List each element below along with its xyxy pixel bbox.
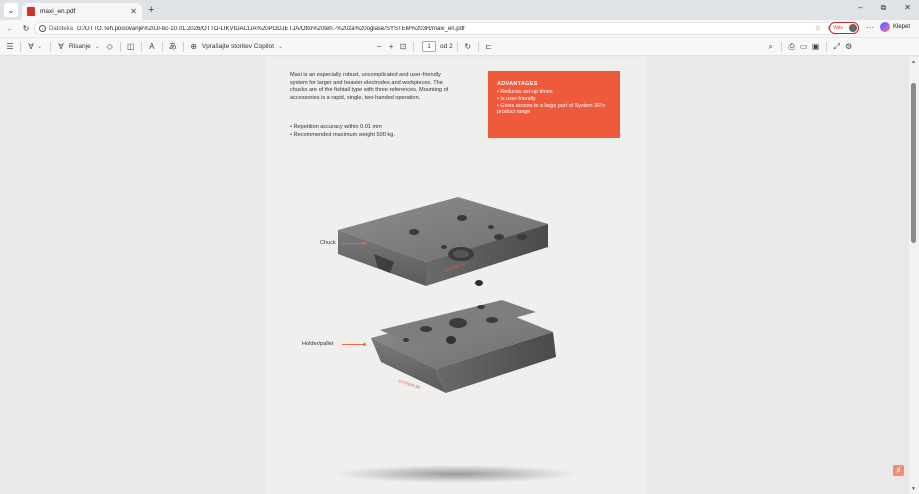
read-aloud-icon[interactable]: A bbox=[146, 42, 158, 51]
rotate-icon[interactable]: ↻ bbox=[462, 42, 474, 51]
chevron-down-icon[interactable]: ⌄ bbox=[95, 43, 100, 50]
url-text: G:/OTTO.Teh.poslovanje%20JI-bc-10.01.202… bbox=[77, 25, 465, 32]
zoom-out-button[interactable]: − bbox=[373, 42, 385, 51]
pdf-toolbar: ☰ ∀ ⌄ ∀ Risanje ⌄ ◇ ◫ A あ ⊕ Vprašajte st… bbox=[0, 38, 919, 56]
holder-part: SYSTEM 3R bbox=[371, 300, 556, 393]
copilot-chat-button[interactable]: Klepet bbox=[880, 22, 910, 32]
signin-button[interactable]: Vpis bbox=[829, 22, 859, 34]
product-illustration: SYSTEM 3R SYSTEM 3R bbox=[336, 197, 576, 483]
close-window-button[interactable]: ✕ bbox=[904, 3, 911, 13]
vertical-scrollbar[interactable]: ▲ ▼ bbox=[909, 57, 919, 494]
fit-page-icon[interactable]: ⊡ bbox=[397, 42, 409, 51]
tab-title: maxi_en.pdf bbox=[40, 8, 76, 15]
draw-icon[interactable]: ∀ bbox=[55, 42, 67, 51]
chuck-leader-line bbox=[342, 243, 364, 244]
divider bbox=[413, 41, 415, 52]
chuck-label: Chuck bbox=[320, 240, 336, 246]
tab-bar: ⌄ maxi_en.pdf ✕ + – ⧉ ✕ bbox=[0, 0, 919, 20]
copilot-chat-label: Klepet bbox=[893, 24, 911, 30]
chuck-leader-dot bbox=[363, 242, 366, 245]
holder-label: Holder/pallet bbox=[302, 341, 334, 347]
divider bbox=[140, 41, 142, 52]
new-tab-button[interactable]: + bbox=[148, 4, 154, 16]
save-icon[interactable]: ▭ bbox=[798, 42, 810, 51]
scroll-thumb[interactable] bbox=[911, 83, 916, 243]
holder-leader-line bbox=[342, 344, 364, 345]
highlight-icon[interactable]: ∀ bbox=[25, 42, 37, 51]
eraser-icon[interactable]: ◇ bbox=[104, 42, 116, 51]
page-number-input[interactable]: 1 bbox=[422, 41, 437, 52]
two-page-icon[interactable]: ⊏ bbox=[483, 42, 495, 51]
window-controls: – ⧉ ✕ bbox=[858, 3, 911, 13]
refresh-icon[interactable]: ↻ bbox=[20, 24, 32, 33]
more-menu-button[interactable]: ··· bbox=[866, 23, 874, 32]
fullscreen-icon[interactable]: ⤢ bbox=[831, 42, 843, 52]
list-icon[interactable]: ☰ bbox=[4, 42, 16, 51]
floor-shadow bbox=[336, 465, 576, 483]
avatar bbox=[849, 24, 857, 32]
translate-icon[interactable]: あ bbox=[167, 41, 179, 52]
copilot-ask-label[interactable]: Vprašajte storitev Copilot bbox=[202, 43, 274, 50]
divider bbox=[161, 41, 163, 52]
pdf-viewer[interactable]: Maxi is an especially robust, uncomplica… bbox=[0, 57, 919, 494]
pdf-page: Maxi is an especially robust, uncomplica… bbox=[266, 57, 646, 494]
save-as-icon[interactable]: ▣ bbox=[810, 42, 822, 51]
divider bbox=[477, 41, 479, 52]
tab-menu-icon[interactable]: ⌄ bbox=[4, 3, 18, 17]
divider bbox=[119, 41, 121, 52]
holder-leader-dot bbox=[363, 343, 366, 346]
url-prefix: Datoteka bbox=[49, 25, 74, 32]
divider bbox=[825, 41, 827, 52]
view-icon[interactable]: ◫ bbox=[125, 42, 137, 51]
zoom-in-button[interactable]: + bbox=[385, 42, 397, 51]
chevron-down-icon[interactable]: ⌄ bbox=[278, 43, 283, 50]
search-icon[interactable]: ⌕ bbox=[765, 42, 777, 52]
acrobat-icon[interactable]: ⱥ bbox=[893, 465, 904, 476]
settings-icon[interactable]: ⚙ bbox=[843, 42, 855, 51]
print-icon[interactable]: ⎙ bbox=[786, 42, 798, 52]
copilot-icon bbox=[880, 22, 890, 32]
url-field[interactable]: i Datoteka G:/OTTO.Teh.poslovanje%20JI-b… bbox=[34, 22, 842, 35]
divider bbox=[182, 41, 184, 52]
divider bbox=[780, 41, 782, 52]
svg-text:SYSTEM 3R: SYSTEM 3R bbox=[398, 378, 421, 390]
tab-close-icon[interactable]: ✕ bbox=[130, 7, 137, 16]
chevron-down-icon[interactable]: ⌄ bbox=[37, 43, 42, 50]
signin-label: Vpis bbox=[833, 25, 843, 31]
address-bar: ← ↻ i Datoteka G:/OTTO.Teh.poslovanje%20… bbox=[0, 20, 919, 37]
scroll-down-icon[interactable]: ▼ bbox=[911, 486, 916, 492]
back-icon[interactable]: ← bbox=[4, 24, 16, 33]
maximize-button[interactable]: ⧉ bbox=[881, 3, 887, 13]
divider bbox=[456, 41, 458, 52]
scroll-up-icon[interactable]: ▲ bbox=[911, 59, 916, 65]
divider bbox=[50, 41, 52, 52]
pdf-icon bbox=[27, 7, 35, 16]
page-total: od 2 bbox=[440, 43, 453, 50]
divider bbox=[20, 41, 21, 52]
minimize-button[interactable]: – bbox=[858, 3, 862, 13]
copilot-ask-icon[interactable]: ⊕ bbox=[188, 42, 200, 51]
chuck-part: SYSTEM 3R bbox=[338, 197, 548, 286]
star-icon[interactable]: ☆ bbox=[815, 24, 821, 32]
tab-active[interactable]: maxi_en.pdf ✕ bbox=[22, 3, 142, 20]
info-icon[interactable]: i bbox=[39, 25, 46, 32]
draw-label[interactable]: Risanje bbox=[69, 43, 91, 50]
